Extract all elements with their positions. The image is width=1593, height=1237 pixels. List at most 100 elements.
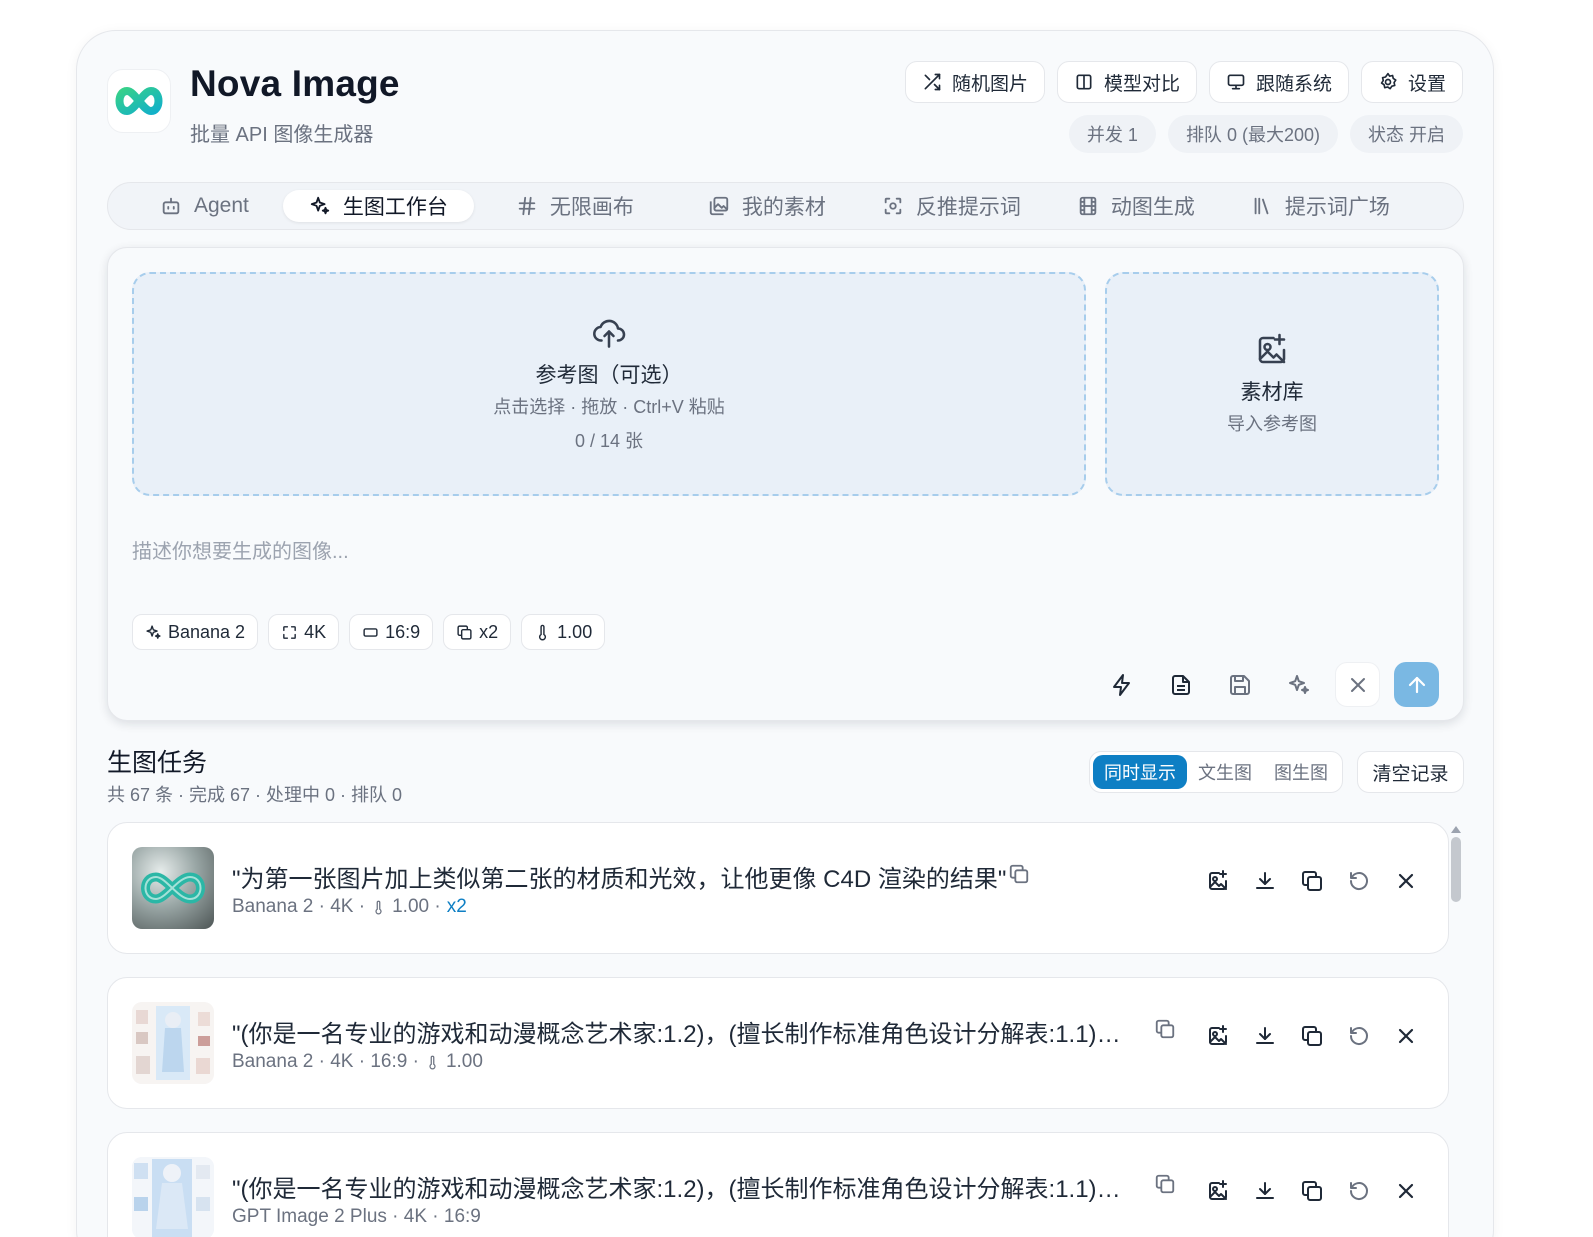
use-as-reference-button[interactable]: [1206, 1024, 1230, 1048]
image-plus-icon: [1209, 870, 1227, 890]
filter-text-to-image[interactable]: 文生图: [1187, 755, 1263, 789]
theme-follow-system-button[interactable]: 跟随系统: [1208, 61, 1349, 103]
resolution-chip[interactable]: 4K: [268, 614, 340, 650]
copy-prompt-icon[interactable]: [1154, 1173, 1176, 1195]
use-as-reference-button[interactable]: [1206, 869, 1230, 893]
task-thumbnail[interactable]: [132, 847, 214, 929]
retry-button[interactable]: [1347, 1179, 1371, 1203]
concurrency-badge: 并发 1: [1068, 115, 1156, 153]
hash-icon: [518, 196, 536, 216]
shuffle-icon: [924, 73, 941, 91]
composer-toolbar: [1099, 662, 1439, 707]
thermometer-icon: [429, 1055, 436, 1070]
copy-icon: [457, 624, 472, 640]
gear-icon: [1380, 72, 1397, 90]
bot-icon: [162, 197, 180, 215]
quick-generate-button[interactable]: [1099, 662, 1144, 707]
task-meta-temperature: 1.00: [445, 1051, 483, 1072]
save-prompt-button[interactable]: [1217, 662, 1262, 707]
sparkles-icon: [1288, 674, 1309, 694]
thermometer-icon: [539, 624, 547, 640]
download-icon: [1256, 1027, 1274, 1044]
tab-infinite-canvas-label: 无限画布: [549, 196, 634, 219]
tab-reverse-prompt[interactable]: 反推提示词: [856, 190, 1047, 222]
download-icon: [1256, 1182, 1274, 1199]
task-thumbnail[interactable]: [132, 1157, 214, 1237]
image-plus-icon: [1209, 1180, 1227, 1200]
retry-button[interactable]: [1347, 1024, 1371, 1048]
state-badge[interactable]: 状态 开启: [1349, 115, 1463, 153]
close-icon: [1398, 873, 1414, 889]
tasks-summary: 共 67 条 · 完成 67 · 处理中 0 · 排队 0: [107, 785, 403, 805]
task-meta: GPT Image 2 Plus · 4K · 16:9: [232, 1206, 481, 1228]
duplicate-button[interactable]: [1300, 1024, 1324, 1048]
task-item: "为第一张图片加上类似第二张的材质和光效，让他更像 C4D 渲染的结果" Ban…: [107, 822, 1449, 954]
model-compare-label: 模型对比: [1103, 73, 1180, 95]
retry-button[interactable]: [1347, 869, 1371, 893]
queue-badge: 排队 0 (最大200): [1167, 115, 1338, 153]
filter-all[interactable]: 同时显示: [1093, 755, 1187, 789]
prompt-input[interactable]: [132, 534, 1432, 570]
clear-history-button[interactable]: 清空记录: [1357, 751, 1464, 793]
tab-agent[interactable]: Agent: [134, 190, 275, 222]
app-logo: [107, 69, 171, 133]
image-plus-icon: [1209, 1025, 1227, 1045]
submit-button[interactable]: [1394, 662, 1439, 707]
task-meta-params: GPT Image 2 Plus · 4K · 16:9: [232, 1206, 481, 1227]
random-image-button[interactable]: 随机图片: [904, 61, 1045, 103]
aspect-ratio-chip[interactable]: 16:9: [349, 614, 434, 650]
temperature-chip[interactable]: 1.00: [521, 614, 606, 650]
random-image-label: 随机图片: [951, 73, 1028, 95]
model-compare-button[interactable]: 模型对比: [1056, 61, 1197, 103]
task-list-scrollbar[interactable]: [1451, 837, 1461, 902]
copy-prompt-icon[interactable]: [1154, 1018, 1176, 1040]
delete-task-button[interactable]: [1394, 1024, 1418, 1048]
settings-button[interactable]: 设置: [1360, 61, 1463, 103]
asset-library-dropzone[interactable]: 素材库 导入参考图: [1105, 272, 1439, 496]
use-as-reference-button[interactable]: [1206, 1179, 1230, 1203]
tab-my-assets-label: 我的素材: [741, 196, 826, 219]
app-title: Nova Image: [190, 63, 400, 104]
temperature-chip-label: 1.00: [557, 621, 593, 642]
task-meta-count: x2: [446, 896, 467, 917]
scroll-up-arrow[interactable]: [1451, 826, 1461, 833]
task-actions: [1206, 869, 1418, 893]
task-prompt: "为第一张图片加上类似第二张的材质和光效，让他更像 C4D 渲染的结果": [232, 866, 1007, 893]
close-icon: [1398, 1028, 1414, 1044]
task-actions: [1206, 1179, 1418, 1203]
tab-prompt-square[interactable]: 提示词广场: [1225, 190, 1416, 222]
delete-task-button[interactable]: [1394, 869, 1418, 893]
main-tabs: Agent 生图工作台 无限画布 我的素材 反推提示词 动图生成 提示词广场: [107, 182, 1464, 230]
enhance-prompt-button[interactable]: [1276, 662, 1321, 707]
batch-count-chip[interactable]: x2: [443, 614, 512, 650]
download-button[interactable]: [1253, 869, 1277, 893]
download-button[interactable]: [1253, 1179, 1277, 1203]
sparkles-icon: [310, 196, 330, 215]
reference-image-dropzone[interactable]: 参考图（可选） 点击选择 · 拖放 · Ctrl+V 粘贴 0 / 14 张: [132, 272, 1086, 496]
tab-infinite-canvas[interactable]: 无限画布: [490, 190, 660, 222]
clear-prompt-button[interactable]: [1335, 662, 1380, 707]
tab-animation[interactable]: 动图生成: [1051, 190, 1221, 222]
generation-options: Banana 2 4K 16:9 x2 1.00: [132, 614, 606, 650]
status-pills: 并发 1 排队 0 (最大200) 状态 开启: [1068, 115, 1463, 153]
duplicate-button[interactable]: [1300, 1179, 1324, 1203]
asset-library-title: 素材库: [1240, 381, 1304, 404]
delete-task-button[interactable]: [1394, 1179, 1418, 1203]
duplicate-button[interactable]: [1300, 869, 1324, 893]
task-prompt: "(你是一名专业的游戏和动漫概念艺术家:1.2)，(擅长制作标准角色设计分解表:…: [232, 1021, 1136, 1048]
tab-my-assets[interactable]: 我的素材: [682, 190, 852, 222]
task-thumbnail[interactable]: [132, 1002, 214, 1084]
tab-workbench[interactable]: 生图工作台: [282, 190, 474, 222]
rotate-ccw-icon: [1349, 1182, 1368, 1200]
rectangle-icon: [363, 627, 378, 637]
tab-workbench-label: 生图工作台: [342, 196, 448, 219]
rotate-ccw-icon: [1349, 1027, 1368, 1045]
asset-library-hint: 导入参考图: [1227, 414, 1317, 434]
resolution-chip-label: 4K: [304, 621, 327, 642]
filter-image-to-image[interactable]: 图生图: [1263, 755, 1339, 789]
reference-count: 0 / 14 张: [574, 431, 644, 451]
download-button[interactable]: [1253, 1024, 1277, 1048]
copy-prompt-icon[interactable]: [1008, 863, 1030, 885]
model-chip[interactable]: Banana 2: [132, 614, 259, 650]
template-button[interactable]: [1158, 662, 1203, 707]
